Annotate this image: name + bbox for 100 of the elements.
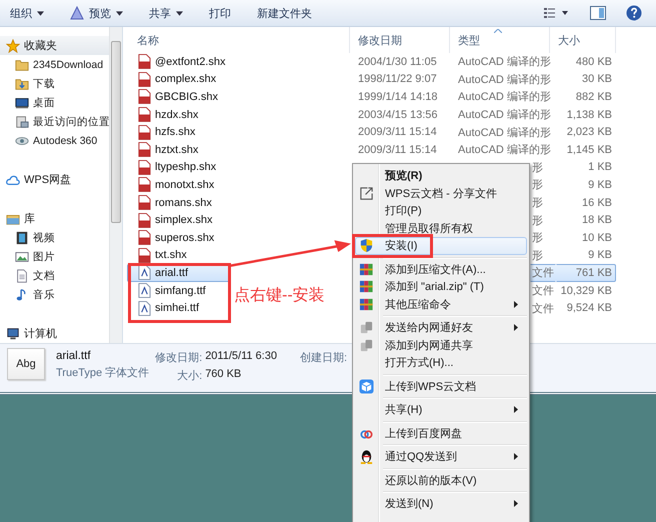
caret-icon (37, 10, 44, 16)
submenu-arrow-icon (514, 324, 518, 331)
nav-item[interactable]: WPS网盘 (0, 170, 109, 189)
shield-icon (359, 238, 374, 253)
shape-file-icon (138, 89, 151, 104)
nav-item[interactable]: 文档 (0, 266, 109, 285)
file-type: 形 (531, 196, 544, 212)
menu-item[interactable]: 安装(I) (355, 237, 527, 254)
scrollbar[interactable] (109, 27, 122, 343)
shape-file-icon (138, 195, 151, 210)
file-size: 761 KB (556, 264, 616, 282)
file-size: 480 KB (574, 54, 613, 70)
menu-item[interactable]: 添加到 "arial.zip" (T) (355, 278, 527, 296)
modified-date: 1998/11/22 9:07 (357, 72, 438, 88)
detail-value: 2011/5/11 6:30 (205, 350, 277, 364)
file-name-cell[interactable]: @extfont2.shx (127, 53, 350, 71)
menu-item[interactable]: 其他压缩命令 (355, 296, 527, 313)
submenu-arrow-icon (514, 453, 518, 460)
file-type: AutoCAD 编译的形 (457, 108, 550, 124)
file-type: 形 (531, 248, 544, 264)
column-header[interactable]: 修改日期 (350, 27, 450, 53)
file-name-cell[interactable]: romans.shx (127, 194, 229, 212)
column-header[interactable]: 大小 (550, 27, 616, 53)
nav-item[interactable]: 桌面 (0, 93, 109, 112)
toolbar-button[interactable]: 共享 (141, 2, 191, 24)
file-type: AutoCAD 编译的形 (457, 90, 550, 106)
menu-item[interactable]: 打开方式(H)... (355, 354, 527, 372)
menu-item[interactable]: 通过QQ发送到 (355, 448, 527, 466)
file-size: 2,023 KB (566, 125, 613, 140)
view-list-icon (544, 7, 570, 19)
shape-file-icon (138, 212, 151, 228)
picture-icon (15, 250, 29, 264)
column-header[interactable]: 名称 (123, 27, 350, 53)
toolbar-button[interactable]: 新建文件夹 (249, 2, 320, 24)
download-icon (15, 76, 29, 90)
nav-item[interactable]: 音乐 (0, 285, 109, 304)
menu-item[interactable]: 添加到压缩文件(A)... (355, 260, 527, 278)
menu-item[interactable]: 上传到WPS云文档 (355, 378, 527, 395)
menu-item[interactable]: 发送给内网通好友 (355, 319, 527, 336)
column-header[interactable]: 类型 (450, 27, 550, 53)
network-icon (359, 320, 374, 335)
menu-item[interactable]: WPS云文档 - 分享文件 (355, 184, 527, 202)
help-icon (626, 5, 642, 21)
file-type: 文件 (531, 302, 555, 317)
submenu-arrow-icon (514, 300, 518, 308)
menu-item[interactable]: 共享(H) (355, 401, 527, 418)
file-name: monotxt.shx (155, 178, 214, 191)
nav-item[interactable]: 库 (0, 209, 109, 228)
nav-item[interactable]: 计算机 (0, 324, 109, 343)
file-name-cell[interactable]: hzdx.shx (127, 106, 350, 124)
toolbar-button[interactable]: 组织 (2, 2, 52, 24)
nav-item[interactable]: Autodesk 360 (0, 131, 109, 150)
file-name-cell[interactable]: superos.shx (127, 228, 229, 247)
desktop-icon (15, 96, 29, 110)
file-size: 1 KB (587, 160, 613, 176)
file-name-cell[interactable]: complex.shx (127, 70, 350, 88)
file-name-cell[interactable]: ltypeshp.shx (127, 158, 229, 176)
menu-item[interactable]: 添加到内网通共享 (355, 336, 527, 354)
file-name: hzdx.shx (155, 108, 198, 121)
star-icon (6, 38, 20, 52)
file-name-cell[interactable]: simplex.shx (127, 211, 229, 229)
toolbar-button[interactable]: 预览 (62, 2, 131, 24)
file-size: 882 KB (574, 90, 613, 105)
file-size: 9,524 KB (566, 301, 613, 316)
modified-date: 2004/1/30 11:05 (357, 54, 438, 70)
toolbar-button[interactable]: 打印 (201, 2, 239, 24)
menu-item[interactable]: 打印(P) (355, 202, 527, 220)
detail-label: 大小: (176, 369, 202, 383)
detail-label: 创建日期: (300, 351, 348, 365)
nav-item[interactable]: 视频 (0, 228, 109, 247)
file-name-cell[interactable]: txt.shx (127, 246, 229, 264)
file-size: 30 KB (581, 72, 613, 88)
file-size: 1,145 KB (566, 142, 613, 158)
file-name-cell[interactable]: hzfs.shx (127, 123, 350, 141)
file-name-cell[interactable]: monotxt.shx (127, 176, 229, 194)
menu-item[interactable]: 发送到(N) (355, 495, 527, 512)
shape-file-icon (138, 248, 151, 263)
file-size: 1,138 KB (566, 108, 613, 123)
font-file-icon (138, 283, 151, 298)
shape-file-icon (138, 124, 151, 140)
file-type: 文件 (531, 284, 555, 300)
archive-icon (359, 262, 374, 276)
file-name-cell[interactable]: simhei.ttf (127, 299, 229, 317)
menu-item[interactable]: 还原以前的版本(V) (355, 472, 527, 489)
shape-file-icon (138, 230, 151, 246)
menu-item[interactable]: 上传到百度网盘 (355, 424, 527, 442)
file-name: romans.shx (155, 196, 212, 209)
nav-item[interactable]: 2345Download (0, 55, 109, 74)
menu-item[interactable]: 预览(R) (355, 167, 527, 184)
file-name: ltypeshp.shx (155, 161, 216, 174)
nav-item[interactable]: 图片 (0, 247, 109, 266)
document-icon (15, 268, 29, 282)
font-file-icon (138, 265, 151, 280)
file-type: AutoCAD 编译的形 (457, 55, 550, 70)
menu-item[interactable]: 管理员取得所有权 (355, 220, 527, 237)
shape-file-icon (138, 160, 151, 175)
nav-item[interactable]: 下载 (0, 74, 109, 93)
file-name-cell[interactable]: simfang.ttf (127, 282, 229, 300)
file-name-cell[interactable]: GBCBIG.shx (127, 88, 350, 106)
file-name-cell[interactable]: hztxt.shx (127, 140, 350, 159)
